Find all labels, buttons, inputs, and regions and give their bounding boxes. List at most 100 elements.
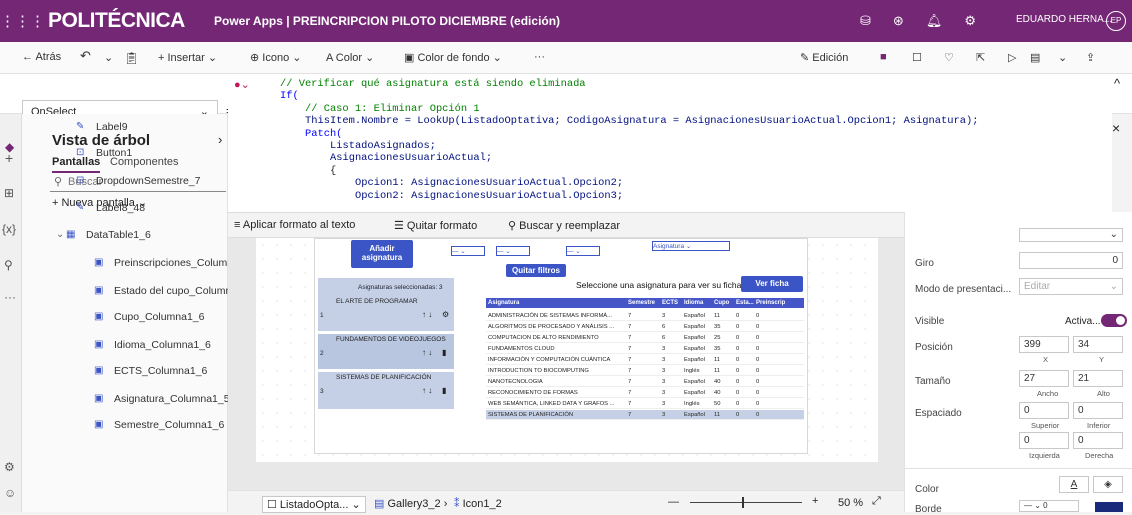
settings-icon[interactable]: ⚙	[4, 460, 15, 474]
table-row[interactable]: RECONOCIMIENTO DE FORMAS 7 3 Español 40 0 0	[486, 388, 804, 398]
move-icon[interactable]: ↑ ↓	[422, 310, 432, 319]
tree-item[interactable]: ▣ ECTS_Columna1_6	[22, 358, 228, 384]
tree-item[interactable]: ▣ Asignatura_Columna1_5	[22, 386, 230, 412]
comments-icon[interactable]: ☐	[912, 51, 922, 64]
delete-icon[interactable]: ▮	[442, 386, 446, 395]
more-icon[interactable]: ···	[4, 290, 16, 304]
tree-item[interactable]: ⌄ ▦ DataTable1_6	[22, 222, 228, 248]
language-dropdown[interactable]: — ⌄	[496, 246, 530, 256]
gallery-item[interactable]: FUNDAMENTOS DE VIDEOJUEGOS 2 ↑ ↓ ▮	[318, 334, 454, 370]
border-width-input[interactable]: — ⌄ 0	[1019, 500, 1079, 512]
chevron-up-icon[interactable]: ^	[1114, 76, 1120, 91]
app-checker-icon[interactable]: ■	[880, 51, 887, 63]
account-icon[interactable]: ☺	[4, 486, 16, 500]
insert-icon[interactable]: +	[5, 150, 13, 166]
share-icon[interactable]: ⇱	[976, 51, 985, 64]
paste-icon[interactable]: 📋︎	[124, 51, 139, 65]
save-icon[interactable]: ▤	[1030, 51, 1040, 64]
chevron-down-icon[interactable]: ⌄	[56, 229, 64, 240]
table-row[interactable]: NANOTECNOLOGIA 7 3 Español 40 0 0	[486, 377, 804, 387]
semester-dropdown[interactable]: — ⌄	[451, 246, 485, 256]
tree-item[interactable]: ▣ Estado del cupo_Columna1_6	[22, 278, 255, 304]
waffle-icon[interactable]: ⋮⋮⋮	[0, 12, 45, 30]
avatar[interactable]: EP	[1106, 11, 1126, 31]
copilot-formula-icon[interactable]: ●⌄	[234, 78, 250, 91]
breadcrumb-icon[interactable]: ⁑ Icon1_2	[454, 497, 502, 510]
gallery-item[interactable]: EL ARTE DE PROGRAMAR 1 ↑ ↓ ⚙	[318, 296, 454, 332]
tree-item[interactable]: ⊟ DropdownSemestre_7	[22, 168, 228, 194]
position-y-input[interactable]: 34	[1073, 336, 1123, 353]
edit-mode-button[interactable]: ✎ Edición	[800, 51, 848, 64]
icon-button[interactable]: ⊕ Icono ⌄	[250, 51, 301, 64]
tree-item[interactable]: ▣ Semestre_Columna1_6	[22, 412, 228, 438]
move-icon[interactable]: ↑ ↓	[422, 348, 432, 357]
zoom-slider[interactable]	[690, 497, 802, 508]
breadcrumb-gallery[interactable]: ▤ Gallery3_2 ›	[374, 497, 447, 510]
close-icon[interactable]: ×	[1112, 120, 1120, 136]
table-header[interactable]: Preinscrip	[754, 298, 804, 308]
search-icon[interactable]: ⚲	[4, 258, 13, 272]
environment-icon[interactable]: ⛁	[860, 13, 871, 29]
rotation-input[interactable]: 0	[1019, 252, 1123, 269]
delete-icon[interactable]: ⚙	[442, 310, 449, 319]
table-row[interactable]: WEB SEMÁNTICA, LINKED DATA Y GRAFOS ... 7…	[486, 399, 804, 409]
tree-item[interactable]: ▣ Idioma_Columna1_6	[22, 332, 228, 358]
view-sheet-button[interactable]: Ver ficha	[741, 276, 803, 292]
text-color-picker[interactable]: A	[1059, 476, 1089, 493]
visible-toggle[interactable]	[1101, 314, 1127, 327]
table-header[interactable]: Cupo	[712, 298, 734, 308]
table-header[interactable]: Esta...	[734, 298, 754, 308]
table-row[interactable]: COMPUTACION DE ALTO RENDIMIENTO 7 6 Español…	[486, 333, 804, 343]
formula-editor[interactable]: ●⌄ // Verificar qué asignatura está sien…	[228, 74, 1112, 212]
subject-dropdown[interactable]: Asignatura ⌄	[652, 241, 730, 251]
add-subject-button[interactable]: Añadir asignatura	[351, 240, 413, 268]
fit-screen-icon[interactable]: ⤢	[872, 495, 881, 508]
chevron-down-icon[interactable]: ⌄	[1058, 51, 1067, 64]
tree-item[interactable]: ⊡ Button1	[22, 140, 228, 166]
color-button[interactable]: A Color ⌄	[326, 51, 374, 64]
ects-dropdown[interactable]: — ⌄	[566, 246, 600, 256]
property-input[interactable]: ⌄	[1019, 228, 1123, 242]
publish-icon[interactable]: ⇪	[1086, 51, 1095, 64]
bgcolor-button[interactable]: ▣ Color de fondo ⌄	[404, 51, 502, 64]
border-color-swatch[interactable]	[1095, 502, 1123, 512]
table-row[interactable]: ALGORITMOS DE PROCESADO Y ANÁLISIS ... 7 6…	[486, 322, 804, 332]
zoom-out-button[interactable]: —	[668, 496, 679, 508]
table-row[interactable]: INFORMACIÓN Y COMPUTACIÓN CUÁNTICA 7 3 Espa…	[486, 355, 804, 365]
table-header[interactable]: Semestre	[626, 298, 660, 308]
zoom-in-button[interactable]: +	[812, 495, 818, 507]
clear-filters-button[interactable]: Quitar filtros	[506, 264, 566, 277]
play-icon[interactable]: ▷	[1008, 51, 1016, 64]
tree-item[interactable]: ▣ Preinscripciones_Columna1_6	[22, 250, 256, 276]
padding-left-input[interactable]: 0	[1019, 432, 1069, 449]
chevron-down-icon[interactable]: ⌄	[104, 51, 113, 64]
padding-bottom-input[interactable]: 0	[1073, 402, 1123, 419]
breadcrumb-screen[interactable]: ☐ ListadoOpta... ⌄	[262, 496, 366, 513]
display-mode-select[interactable]: Editar ⌄	[1019, 278, 1123, 295]
remove-format-button[interactable]: ☰ Quitar formato	[394, 219, 477, 232]
table-row[interactable]: FUNDAMENTOS CLOUD 7 3 Español 35 0 0	[486, 344, 804, 354]
table-row[interactable]: SISTEMAS DE PLANIFICACIÓN 7 3 Español 11 0 0	[486, 410, 804, 420]
format-text-button[interactable]: ≡ Aplicar formato al texto	[234, 219, 355, 231]
table-row[interactable]: INTRODUCTION TO BIOCOMPUTING 7 3 Inglés 11 0 0	[486, 366, 804, 376]
data-icon[interactable]: ⊞	[4, 186, 14, 200]
variables-icon[interactable]: {x}	[2, 222, 16, 236]
tree-item[interactable]: ✎ Label8_48	[22, 195, 228, 221]
width-input[interactable]: 27	[1019, 370, 1069, 387]
notifications-icon[interactable]: 🔔︎	[926, 13, 943, 29]
delete-icon[interactable]: ▮	[442, 348, 446, 357]
table-header[interactable]: Idioma	[682, 298, 712, 308]
back-button[interactable]: ← Atrás	[22, 51, 61, 63]
user-name[interactable]: EDUARDO HERNA...	[1016, 14, 1112, 25]
table-header[interactable]: ECTS	[660, 298, 682, 308]
find-replace-button[interactable]: ⚲ Buscar y reemplazar	[508, 219, 620, 232]
data-table[interactable]: Asignatura Semestre ECTS Idioma Cupo Esta... P…	[486, 298, 804, 444]
move-icon[interactable]: ↑ ↓	[422, 386, 432, 395]
copilot-icon[interactable]: ⊛	[893, 13, 904, 29]
padding-right-input[interactable]: 0	[1073, 432, 1123, 449]
settings-icon[interactable]: ⚙	[964, 13, 976, 29]
table-row[interactable]: ADMINISTRACIÓN DE SISTEMAS INFORMÁ... 7 3 E…	[486, 311, 804, 321]
undo-icon[interactable]: ↶	[80, 48, 91, 64]
tree-item[interactable]: ✎ Label9	[22, 114, 228, 140]
padding-top-input[interactable]: 0	[1019, 402, 1069, 419]
